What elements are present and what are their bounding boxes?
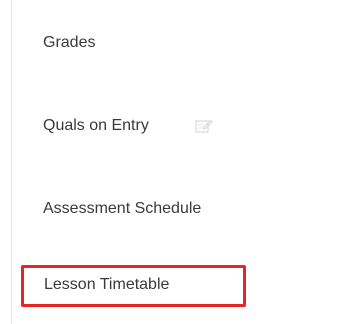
sidebar-item-quals-on-entry[interactable]: Quals on Entry — [12, 106, 332, 146]
sidebar-nav: Grades Quals on Entry Assessment Schedul… — [12, 0, 332, 324]
sidebar-item-grades[interactable]: Grades — [12, 23, 332, 63]
sidebar-item-label: Lesson Timetable — [44, 276, 170, 293]
sidebar-item-lesson-timetable[interactable]: Lesson Timetable — [12, 265, 332, 307]
sidebar-item-label: Assessment Schedule — [43, 200, 202, 217]
edit-icon[interactable] — [195, 118, 213, 134]
sidebar-item-label: Quals on Entry — [43, 117, 149, 134]
sidebar-panel: Grades Quals on Entry Assessment Schedul… — [0, 0, 341, 324]
sidebar-item-label: Grades — [43, 34, 96, 51]
sidebar-item-assessment-schedule[interactable]: Assessment Schedule — [12, 189, 332, 229]
